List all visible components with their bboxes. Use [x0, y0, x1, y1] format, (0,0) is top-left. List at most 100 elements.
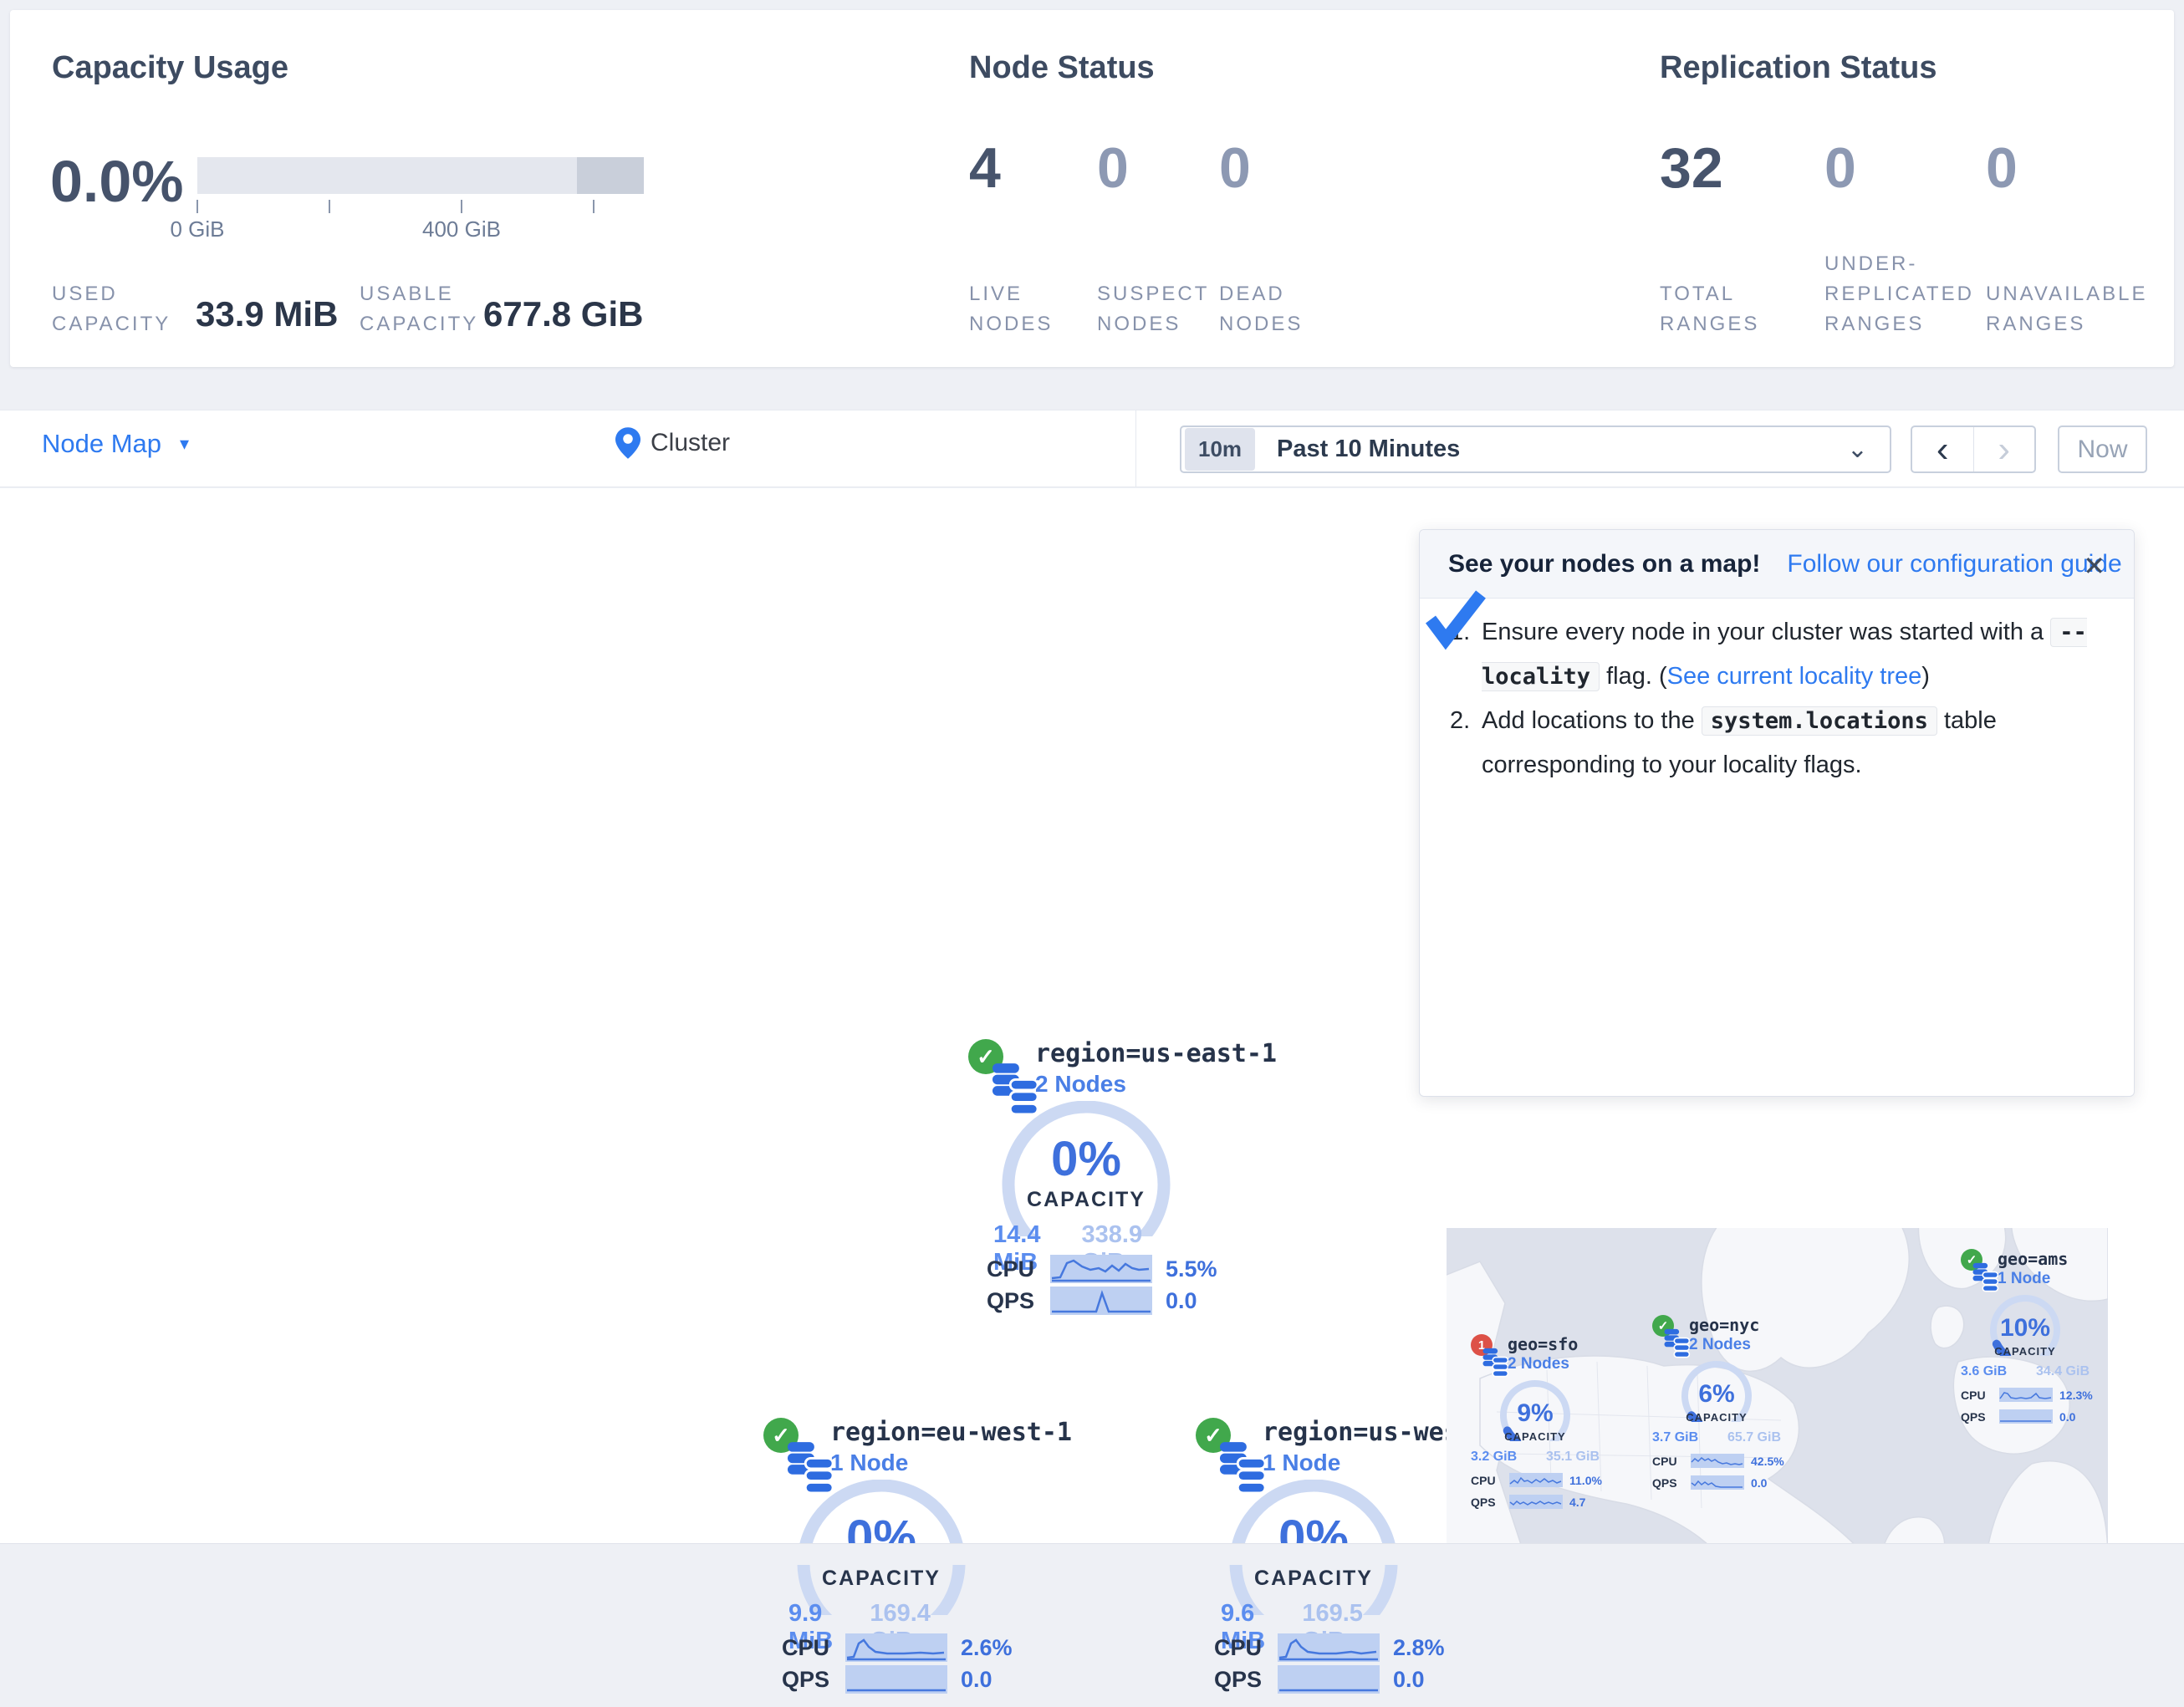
under-replicated-count: 0	[1824, 135, 1856, 201]
capacity-usage-title: Capacity Usage	[52, 50, 288, 86]
used-capacity: 3.7 GiB	[1652, 1430, 1698, 1445]
node-map-canvas: ✓ region=us-east-1 2 Nodes 0% CAPACITY 1…	[0, 488, 2184, 1543]
nodes-count-link[interactable]: 2 Nodes	[1035, 1071, 1126, 1098]
breadcrumb-label: Cluster	[651, 429, 730, 457]
time-range-picker[interactable]: 10m Past 10 Minutes ⌄	[1180, 425, 1891, 473]
qps-value: 0.0	[1393, 1667, 1425, 1693]
suspect-nodes-count: 0	[1097, 135, 1129, 201]
qps-label: QPS	[1214, 1667, 1264, 1693]
locality-title: geo=sfo	[1508, 1334, 1578, 1354]
unavailable-count: 0	[1986, 135, 2018, 201]
usable-capacity-value: 677.8 GiB	[483, 294, 643, 334]
live-nodes-label: LIVE NODES	[969, 279, 1078, 339]
qps-value: 0.0	[961, 1667, 992, 1693]
used-capacity-label: USED CAPACITY	[52, 279, 186, 339]
cluster-summary-panel: Capacity Usage 0.0% 0 GiB 400 GiB USED C…	[10, 10, 2174, 367]
cpu-value: 12.3%	[2059, 1389, 2093, 1402]
caret-down-icon: ▾	[180, 433, 189, 455]
qps-sparkline	[1509, 1495, 1563, 1509]
system-locations-code: system.locations	[1702, 706, 1937, 736]
axis-tick	[461, 200, 462, 213]
dead-nodes-count: 0	[1219, 135, 1251, 201]
cpu-value: 2.6%	[961, 1635, 1013, 1661]
cpu-sparkline	[1050, 1255, 1152, 1283]
capacity-bar	[197, 157, 644, 194]
total-capacity: 34.4 GiB	[2036, 1364, 2090, 1379]
configuration-guide-link[interactable]: Follow our configuration guide	[1787, 550, 2121, 578]
locality-title: geo=nyc	[1689, 1315, 1759, 1335]
now-button[interactable]: Now	[2058, 425, 2147, 473]
locality-title: geo=ams	[1998, 1249, 2068, 1269]
cpu-label: CPU	[987, 1256, 1037, 1282]
world-map-preview: 1 geo=sfo 2 Nodes 9% CAPACITY 3.2 GiB 35…	[1447, 1228, 2108, 1560]
dead-nodes-label: DEAD NODES	[1219, 279, 1319, 339]
chevron-down-icon: ⌄	[1847, 435, 1868, 464]
qps-value: 0.0	[2059, 1410, 2075, 1424]
view-toolbar: Node Map ▾ Cluster 10m Past 10 Minutes ⌄…	[0, 410, 2184, 487]
node-status-title: Node Status	[969, 50, 1155, 86]
database-icon	[1972, 1262, 1999, 1292]
map-node-group-sfo[interactable]: 1 geo=sfo 2 Nodes 9% CAPACITY 3.2 GiB 35…	[1466, 1327, 1633, 1495]
qps-sparkline	[1050, 1287, 1152, 1315]
locality-tree-link[interactable]: See current locality tree	[1667, 663, 1922, 690]
map-node-group-nyc[interactable]: ✓ geo=nyc 2 Nodes 6% CAPACITY 3.7 GiB 65…	[1647, 1308, 1814, 1475]
location-pin-icon	[615, 427, 640, 459]
qps-value: 0.0	[1751, 1476, 1767, 1490]
total-capacity: 35.1 GiB	[1546, 1450, 1600, 1465]
capacity-percent: 0%	[990, 1131, 1182, 1187]
region-node-group-us-east-1[interactable]: ✓ region=us-east-1 2 Nodes 0% CAPACITY 1…	[953, 1027, 1288, 1328]
capacity-percent: 9%	[1485, 1399, 1585, 1428]
nodes-count-link[interactable]: 2 Nodes	[1508, 1355, 1569, 1373]
cpu-label: CPU	[1471, 1474, 1503, 1487]
cpu-label: CPU	[1961, 1389, 1993, 1402]
cpu-label: CPU	[1652, 1455, 1684, 1468]
cpu-label: CPU	[1214, 1635, 1264, 1661]
map-node-group-ams[interactable]: ✓ geo=ams 1 Node 10% CAPACITY 3.6 GiB 34…	[1956, 1242, 2108, 1409]
time-nav-arrows: ‹ ›	[1911, 425, 2036, 473]
axis-tick-label: 0 GiB	[130, 217, 264, 242]
breadcrumb[interactable]: Cluster	[615, 427, 730, 459]
time-forward-button[interactable]: ›	[1974, 427, 2035, 471]
database-icon	[1482, 1348, 1509, 1378]
popup-header: See your nodes on a map! Follow our conf…	[1420, 530, 2134, 599]
toolbar-divider	[1135, 410, 1136, 487]
time-range-label: Past 10 Minutes	[1277, 436, 1847, 463]
nodes-count-link[interactable]: 1 Node	[1998, 1270, 2050, 1288]
live-nodes-count: 4	[969, 135, 1001, 201]
axis-tick	[329, 200, 330, 213]
popup-title: See your nodes on a map!	[1448, 550, 1760, 578]
used-capacity: 3.6 GiB	[1961, 1364, 2007, 1379]
setup-step-1: 1. Ensure every node in your cluster was…	[1450, 610, 2110, 699]
capacity-percent: 6%	[1666, 1380, 1767, 1409]
completed-check-icon	[1422, 588, 1487, 653]
axis-tick-label: 400 GiB	[395, 217, 528, 242]
nodes-count-link[interactable]: 1 Node	[830, 1450, 908, 1476]
qps-value: 4.7	[1569, 1496, 1585, 1509]
used-capacity-value: 33.9 MiB	[196, 294, 338, 334]
replication-status-title: Replication Status	[1660, 50, 1937, 86]
nodes-count-link[interactable]: 1 Node	[1263, 1450, 1340, 1476]
nodes-count-link[interactable]: 2 Nodes	[1689, 1336, 1751, 1354]
qps-label: QPS	[1961, 1410, 1993, 1424]
setup-step-2: 2. Add locations to the system.locations…	[1450, 699, 2110, 787]
qps-sparkline	[1691, 1475, 1744, 1490]
capacity-label: CAPACITY	[1975, 1345, 2075, 1358]
footer-strip	[0, 1543, 2184, 1565]
view-selector-dropdown[interactable]: Node Map ▾	[42, 429, 189, 459]
region-title: region=eu-west-1	[830, 1418, 1072, 1447]
close-icon[interactable]: ✕	[2083, 550, 2105, 582]
capacity-used-percent: 0.0%	[50, 148, 184, 215]
used-capacity: 3.2 GiB	[1471, 1450, 1517, 1465]
time-back-button[interactable]: ‹	[1912, 427, 1974, 471]
cpu-sparkline	[845, 1633, 947, 1662]
time-range-badge: 10m	[1185, 428, 1255, 471]
unavailable-label: UNAVAILABLE RANGES	[1986, 279, 2153, 339]
capacity-label: CAPACITY	[1485, 1430, 1585, 1443]
database-icon	[1664, 1328, 1691, 1358]
capacity-percent: 10%	[1975, 1314, 2075, 1343]
region-title: region=us-east-1	[1035, 1039, 1277, 1068]
capacity-label: CAPACITY	[990, 1188, 1182, 1212]
cpu-value: 2.8%	[1393, 1635, 1445, 1661]
capacity-label: CAPACITY	[785, 1567, 977, 1591]
qps-label: QPS	[1652, 1476, 1684, 1490]
